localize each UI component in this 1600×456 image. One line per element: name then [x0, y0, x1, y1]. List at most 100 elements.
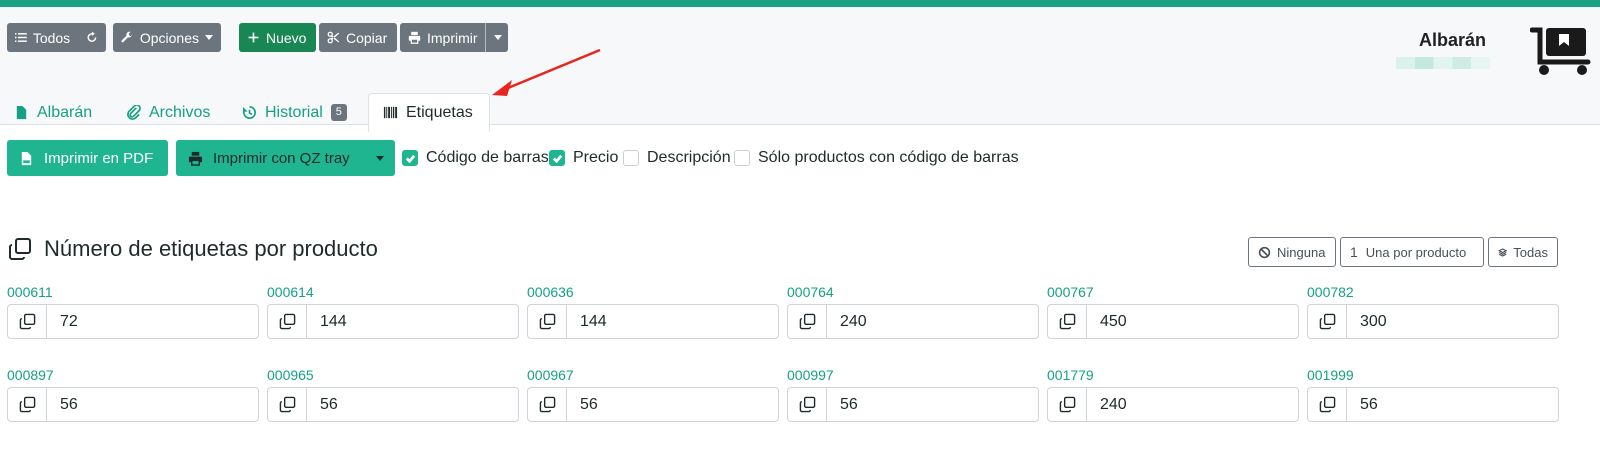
copy-icon	[1319, 396, 1335, 413]
print-pdf-button[interactable]: Imprimir en PDF	[7, 140, 168, 176]
list-icon	[15, 33, 27, 42]
product-code[interactable]: 000614	[267, 284, 519, 304]
product-code[interactable]: 000782	[1307, 284, 1559, 304]
product-code[interactable]: 001779	[1047, 367, 1299, 387]
checkbox-checked[interactable]	[402, 150, 418, 166]
opciones-button[interactable]: Opciones	[113, 23, 221, 52]
dolly-box-icon	[1530, 27, 1591, 75]
refresh-icon	[87, 31, 97, 42]
copy-quantity-button[interactable]	[1048, 388, 1087, 421]
document-number-redacted	[1396, 57, 1490, 69]
wrench-icon	[121, 31, 133, 43]
print-qz-button[interactable]: Imprimir con QZ tray	[176, 140, 395, 176]
quantity-input[interactable]: 72	[47, 305, 258, 338]
quantity-input[interactable]: 450	[1087, 305, 1298, 338]
tab-label: Albarán	[37, 103, 93, 121]
file-pdf-icon	[21, 151, 32, 165]
copy-icon	[279, 313, 295, 330]
barcode-icon	[383, 106, 398, 119]
copy-quantity-button[interactable]	[1308, 305, 1347, 338]
product-code[interactable]: 000611	[7, 284, 259, 304]
copy-quantity-button[interactable]	[788, 305, 827, 338]
product-code[interactable]: 000764	[787, 284, 1039, 304]
product-quantity-field: 000782 300	[1307, 284, 1559, 339]
split-divider	[485, 23, 486, 52]
option-only-barcode-products[interactable]: Sólo productos con código de barras	[734, 149, 1019, 167]
option-price[interactable]: Precio	[549, 149, 618, 167]
copy-quantity-button[interactable]	[1048, 305, 1087, 338]
product-quantity-field: 000997 56	[787, 367, 1039, 422]
quantity-input[interactable]: 56	[47, 388, 258, 421]
quantity-input-group: 56	[527, 387, 779, 422]
quantity-input[interactable]: 56	[827, 388, 1038, 421]
ninguna-button[interactable]: Ninguna	[1248, 237, 1336, 267]
quantity-input[interactable]: 56	[307, 388, 518, 421]
una-por-producto-button[interactable]: 1 Una por producto	[1340, 237, 1484, 267]
print-pdf-label: Imprimir en PDF	[44, 149, 154, 167]
quantity-input[interactable]: 240	[827, 305, 1038, 338]
quantity-input-group: 144	[267, 304, 519, 339]
copy-icon	[799, 313, 815, 330]
option-description[interactable]: Descripción	[623, 149, 731, 167]
quantity-input[interactable]: 300	[1347, 305, 1558, 338]
quantity-input[interactable]: 56	[1347, 388, 1558, 421]
todas-button[interactable]: Todas	[1488, 237, 1558, 267]
tab-archivos[interactable]: Archivos	[112, 93, 224, 132]
history-icon	[242, 106, 256, 119]
tab-albaran[interactable]: Albarán	[0, 93, 106, 132]
todos-button[interactable]: Todos	[7, 23, 106, 52]
copy-quantity-button[interactable]	[268, 388, 307, 421]
product-quantity-field: 001779 240	[1047, 367, 1299, 422]
option-barcode[interactable]: Código de barras	[402, 149, 549, 167]
product-code[interactable]: 000636	[527, 284, 779, 304]
copy-quantity-button[interactable]	[528, 388, 567, 421]
product-quantity-field: 000764 240	[787, 284, 1039, 339]
copy-quantity-button[interactable]	[8, 305, 47, 338]
copy-icon	[539, 396, 555, 413]
imprimir-dropdown-caret[interactable]	[494, 35, 502, 40]
quantity-input-group: 300	[1307, 304, 1559, 339]
quantity-input[interactable]: 240	[1087, 388, 1298, 421]
checkbox-unchecked[interactable]	[734, 150, 750, 166]
plus-icon	[248, 32, 259, 43]
tab-label: Archivos	[149, 103, 211, 121]
copy-icon	[19, 396, 35, 413]
product-code[interactable]: 000967	[527, 367, 779, 387]
product-code[interactable]: 000997	[787, 367, 1039, 387]
chevron-down-icon	[205, 35, 213, 40]
copy-icon	[9, 238, 31, 260]
imprimir-button[interactable]: Imprimir	[400, 23, 508, 52]
check-icon	[405, 154, 415, 163]
product-code[interactable]: 001999	[1307, 367, 1559, 387]
top-accent-bar	[0, 0, 1600, 7]
checkbox-checked[interactable]	[549, 150, 565, 166]
copy-quantity-button[interactable]	[268, 305, 307, 338]
copy-quantity-button[interactable]	[788, 388, 827, 421]
section-title: Número de etiquetas por producto	[44, 236, 378, 261]
qz-dropdown-caret[interactable]	[376, 156, 384, 161]
copy-quantity-button[interactable]	[528, 305, 567, 338]
copy-quantity-button[interactable]	[1308, 388, 1347, 421]
quantity-input-group: 144	[527, 304, 779, 339]
tab-historial[interactable]: Historial 5	[228, 93, 361, 132]
quantity-input-group: 56	[7, 387, 259, 422]
product-code[interactable]: 000767	[1047, 284, 1299, 304]
history-count-badge: 5	[330, 104, 347, 121]
quantity-input[interactable]: 144	[307, 305, 518, 338]
quantity-input[interactable]: 56	[567, 388, 778, 421]
product-quantity-field: 000965 56	[267, 367, 519, 422]
copy-icon	[1319, 313, 1335, 330]
nuevo-button[interactable]: Nuevo	[239, 23, 316, 52]
nuevo-label: Nuevo	[266, 29, 307, 46]
product-code[interactable]: 000965	[267, 367, 519, 387]
checkbox-unchecked[interactable]	[623, 150, 639, 166]
opciones-label: Opciones	[139, 29, 199, 46]
todos-label: Todos	[32, 29, 71, 46]
tab-etiquetas[interactable]: Etiquetas	[368, 93, 490, 132]
copy-quantity-button[interactable]	[8, 388, 47, 421]
product-quantity-field: 001999 56	[1307, 367, 1559, 422]
quantity-input[interactable]: 144	[567, 305, 778, 338]
copiar-button[interactable]: Copiar	[319, 23, 397, 52]
quantity-input-group: 72	[7, 304, 259, 339]
product-code[interactable]: 000897	[7, 367, 259, 387]
